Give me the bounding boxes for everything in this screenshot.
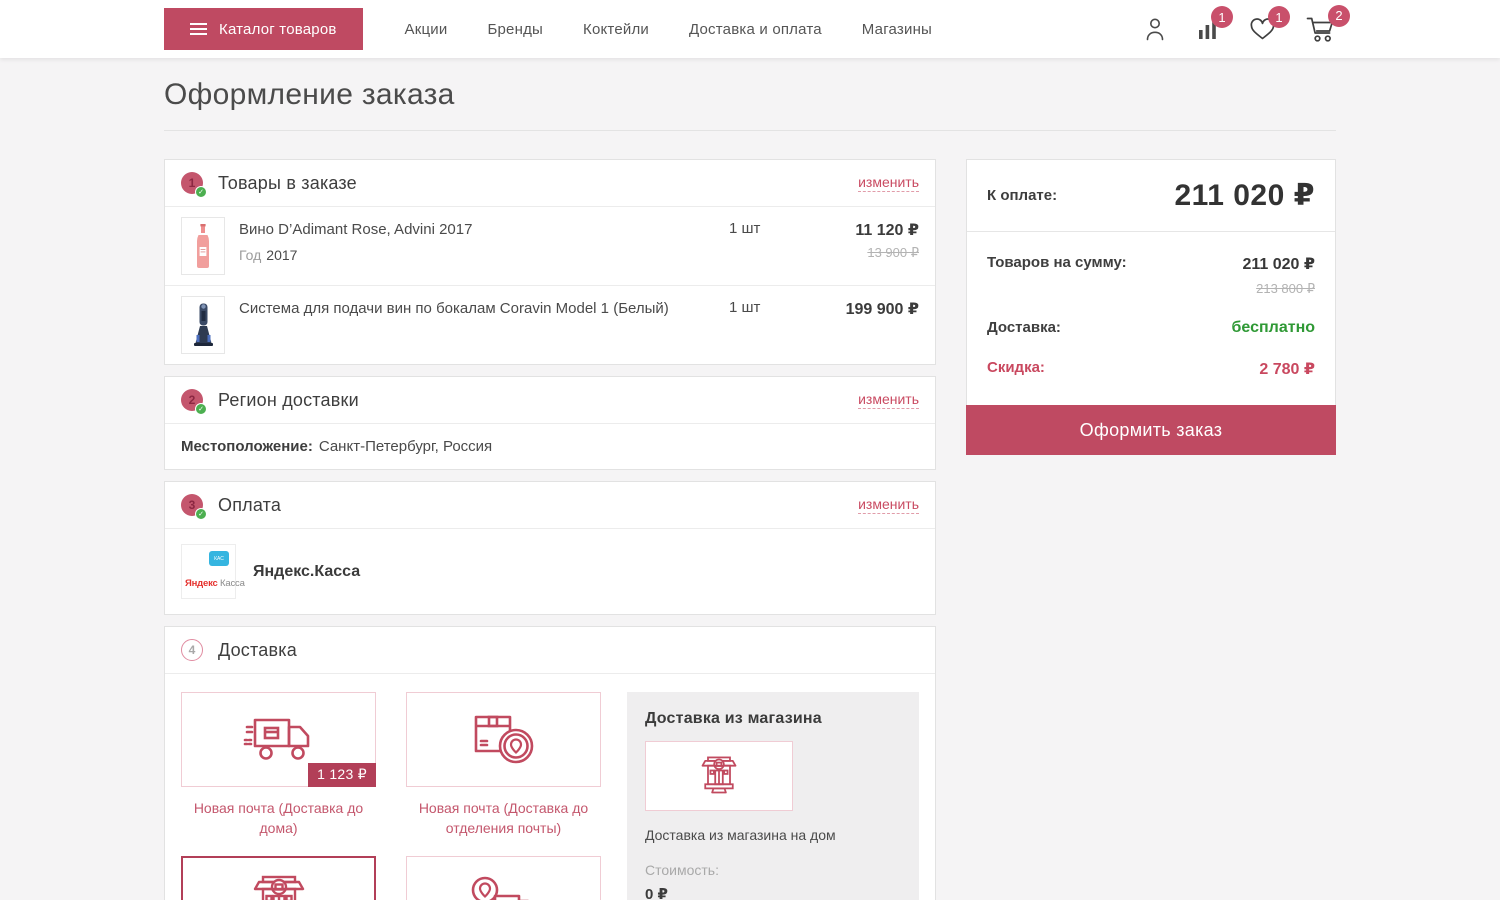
order-summary: К оплате: 211 020 ₽ Товаров на сумму: 21… <box>966 159 1336 455</box>
title-divider <box>164 130 1336 131</box>
delivery-value: бесплатно <box>1232 319 1315 337</box>
user-icon <box>1143 16 1167 42</box>
product-row: Система для подачи вин по бокалам Coravi… <box>165 285 935 364</box>
items-sum-old-value: 213 800 ₽ <box>1242 281 1315 297</box>
section-delivery-region: 2 Регион доставки изменить Местоположени… <box>164 376 936 470</box>
discount-value: 2 780 ₽ <box>1259 359 1315 379</box>
delivery-option-nova-home[interactable]: 1 123 ₽ Новая почта (Доставка до дома) <box>181 692 376 838</box>
step-4-badge: 4 <box>181 639 203 661</box>
catalog-button-label: Каталог товаров <box>219 21 337 38</box>
product-old-price: 13 900 ₽ <box>809 245 919 261</box>
edit-items-link[interactable]: изменить <box>858 174 919 192</box>
compare-badge: 1 <box>1211 6 1233 28</box>
step-2-badge: 2 <box>181 389 203 411</box>
summary-delivery-row: Доставка: бесплатно <box>987 319 1315 337</box>
items-sum-label: Товаров на сумму: <box>987 254 1127 271</box>
top-bar: Каталог товаров Акции Бренды Коктейли До… <box>0 0 1500 58</box>
items-sum-value: 211 020 ₽ <box>1242 254 1315 274</box>
store-icon <box>247 874 311 900</box>
delivery-label: Доставка: <box>987 319 1061 336</box>
product-name[interactable]: Вино D’Adimant Rose, Advini 2017 <box>239 220 729 240</box>
section-payment: 3 Оплата изменить КАС Яндекс Касса Яндек… <box>164 481 936 615</box>
cart-badge: 2 <box>1328 5 1350 27</box>
edit-payment-link[interactable]: изменить <box>858 496 919 514</box>
delivery-option-label: Новая почта (Доставка до дома) <box>181 799 376 838</box>
section-delivery: 4 Доставка <box>164 626 936 900</box>
yandex-kassa-logo-icon: КАС Яндекс Касса <box>181 544 236 599</box>
section-order-items: 1 Товары в заказе изменить <box>164 159 936 365</box>
payment-method-name: Яндекс.Касса <box>253 563 360 581</box>
delivery-truck-icon <box>243 713 315 767</box>
product-price: 199 900 ₽ <box>809 299 919 319</box>
product-thumbnail <box>181 217 225 275</box>
delivery-options-grid: 1 123 ₽ Новая почта (Доставка до дома) <box>181 692 601 900</box>
delivery-option-label: Новая почта (Доставка до отделения почты… <box>406 799 601 838</box>
page-title: Оформление заказа <box>164 78 1336 112</box>
check-icon <box>195 508 207 520</box>
step-1-badge: 1 <box>181 172 203 194</box>
product-row: Вино D’Adimant Rose, Advini 2017 Год2017… <box>165 206 935 285</box>
wine-system-icon <box>190 302 216 348</box>
section-order-items-title: Товары в заказе <box>218 173 357 194</box>
discount-label: Скидка: <box>987 359 1045 376</box>
product-name[interactable]: Система для подачи вин по бокалам Coravi… <box>239 299 729 319</box>
product-quantity: 1 шт <box>729 217 809 237</box>
nav-delivery-payment[interactable]: Доставка и оплата <box>689 21 822 38</box>
delivery-cost-value: 0 ₽ <box>645 885 901 900</box>
delivery-detail-description: Доставка из магазина на дом <box>645 827 901 843</box>
delivery-price-badge: 1 123 ₽ <box>308 763 376 787</box>
store-icon <box>697 755 741 797</box>
nav-promotions[interactable]: Акции <box>405 21 448 38</box>
delivery-detail-title: Доставка из магазина <box>645 710 901 728</box>
pin-truck-icon <box>465 876 543 900</box>
package-pin-icon <box>468 712 540 768</box>
delivery-option-store[interactable]: 0 ₽ Доставка из магазина <box>181 856 376 900</box>
total-label: К оплате: <box>987 187 1057 204</box>
delivery-option-nova-office[interactable]: Новая почта (Доставка до отделения почты… <box>406 692 601 838</box>
cart-button[interactable]: 2 <box>1306 16 1336 43</box>
compare-button[interactable]: 1 <box>1197 17 1219 41</box>
product-price: 11 120 ₽ <box>809 220 919 240</box>
check-icon <box>195 403 207 415</box>
nav-cocktails[interactable]: Коктейли <box>583 21 649 38</box>
summary-discount-row: Скидка: 2 780 ₽ <box>987 359 1315 379</box>
main-nav: Акции Бренды Коктейли Доставка и оплата … <box>405 21 933 38</box>
total-value: 211 020 ₽ <box>1175 178 1316 213</box>
nav-stores[interactable]: Магазины <box>862 21 932 38</box>
section-payment-title: Оплата <box>218 495 281 516</box>
hamburger-icon <box>190 23 207 35</box>
account-button[interactable] <box>1143 16 1167 42</box>
product-attribute: Год2017 <box>239 247 729 263</box>
edit-region-link[interactable]: изменить <box>858 391 919 409</box>
product-thumbnail <box>181 296 225 354</box>
delivery-cost-label: Стоимость: <box>645 862 901 878</box>
section-delivery-title: Доставка <box>218 640 297 661</box>
location-value: Санкт-Петербург, Россия <box>319 438 492 455</box>
delivery-detail-card <box>645 741 793 811</box>
check-icon <box>195 186 207 198</box>
favorites-badge: 1 <box>1268 6 1290 28</box>
favorites-button[interactable]: 1 <box>1249 17 1276 41</box>
product-quantity: 1 шт <box>729 296 809 316</box>
summary-items-row: Товаров на сумму: 211 020 ₽ 213 800 ₽ <box>987 254 1315 297</box>
location-row: Местоположение: Санкт-Петербург, Россия <box>165 423 935 469</box>
section-region-title: Регион доставки <box>218 390 359 411</box>
step-3-badge: 3 <box>181 494 203 516</box>
nav-brands[interactable]: Бренды <box>487 21 543 38</box>
location-label: Местоположение: <box>181 438 313 455</box>
catalog-button[interactable]: Каталог товаров <box>164 8 363 50</box>
payment-method-row: КАС Яндекс Касса Яндекс.Касса <box>165 528 935 614</box>
place-order-button[interactable]: Оформить заказ <box>966 405 1336 455</box>
delivery-detail-panel: Доставка из магазина <box>627 692 919 900</box>
delivery-option-example[interactable]: Пример службы доставки <box>406 856 601 900</box>
wine-bottle-icon <box>192 223 214 269</box>
